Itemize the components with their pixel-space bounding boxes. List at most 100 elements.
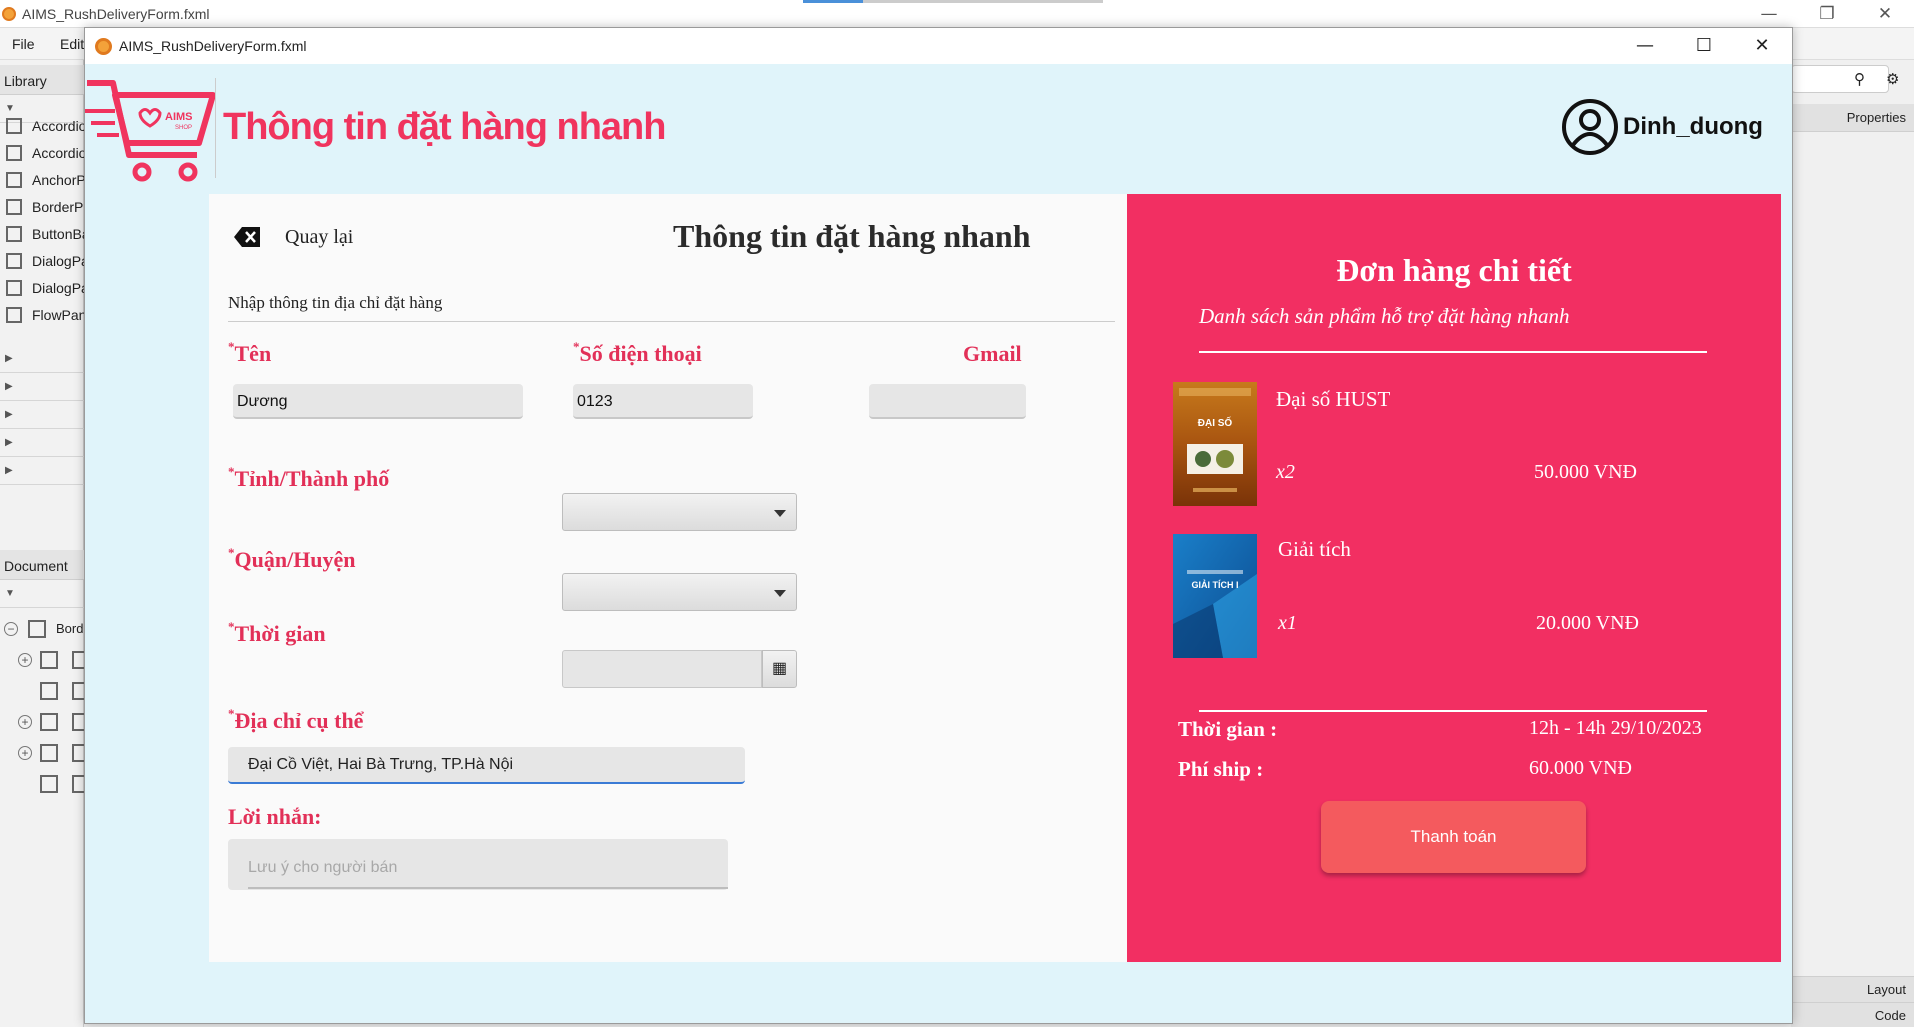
minimize-button[interactable]: —	[1616, 28, 1674, 64]
library-header[interactable]: Library	[0, 65, 84, 95]
app-icon	[2, 7, 16, 21]
menu-file[interactable]: File	[12, 36, 35, 52]
gmail-label: Gmail	[963, 341, 1022, 366]
product-name: Giải tích	[1278, 537, 1351, 561]
form-title: Thông tin đặt hàng nhanh	[673, 218, 1031, 254]
menu-edit[interactable]: Edit	[60, 36, 84, 52]
maximize-button[interactable]: ☐	[1675, 28, 1733, 64]
flowpane-icon	[6, 307, 22, 323]
province-select[interactable]	[562, 493, 797, 531]
search-icon[interactable]: ⚲	[1854, 70, 1865, 88]
order-title: Đơn hàng chi tiết	[1336, 252, 1572, 288]
address-input[interactable]: Đại Cồ Việt, Hai Bà Trưng, TP.Hà Nội	[228, 747, 745, 784]
form-divider	[228, 321, 1115, 322]
logo-text: AIMS	[165, 111, 193, 123]
delivery-form-panel: Quay lại Thông tin đặt hàng nhanh Nhập t…	[209, 194, 1127, 962]
district-label: *Quận/Huyện	[228, 545, 356, 572]
district-select[interactable]	[562, 573, 797, 611]
username[interactable]: Dinh_duong	[1623, 113, 1763, 141]
library-item[interactable]: Accordion	[0, 140, 84, 167]
shipping-fee-label: Phí ship :	[1178, 757, 1264, 781]
library-item[interactable]: DialogPane	[0, 275, 84, 302]
gmail-input[interactable]	[869, 384, 1026, 419]
product-qty: x2	[1276, 461, 1295, 483]
document-header[interactable]: Document	[0, 550, 84, 580]
properties-header[interactable]: Properties	[1791, 104, 1914, 132]
product-price: 50.000 VNĐ	[1534, 461, 1637, 483]
close-icon[interactable]: ✕	[1856, 0, 1914, 28]
book-cover-giaitich: GIẢI TÍCH I	[1173, 534, 1257, 658]
app-icon	[95, 38, 112, 55]
tree-node-icon	[40, 651, 58, 669]
phone-input[interactable]: 0123	[573, 384, 753, 419]
expand-icon[interactable]: +	[18, 653, 32, 667]
library-item[interactable]: ButtonBar	[0, 221, 84, 248]
dialogpane-icon	[6, 280, 22, 296]
name-input[interactable]: Dương	[233, 384, 523, 419]
library-item[interactable]: AnchorPane	[0, 167, 84, 194]
background-left-panel: Library ▼ Accordion Accordion AnchorPane…	[0, 60, 125, 1027]
background-search-input[interactable]	[1791, 65, 1889, 93]
order-summary-panel: Đơn hàng chi tiết Danh sách sản phẩm hỗ …	[1127, 194, 1781, 962]
collapse-icon[interactable]: −	[4, 622, 18, 636]
library-item[interactable]: BorderPane	[0, 194, 84, 221]
form-subtitle: Nhập thông tin địa chỉ đặt hàng	[228, 293, 443, 312]
dialogpane-icon	[6, 253, 22, 269]
order-divider	[1199, 710, 1707, 712]
chevron-down-icon	[774, 510, 786, 517]
chevron-down-icon	[774, 590, 786, 597]
tree-node-icon	[40, 775, 58, 793]
book-cover-daiso: ĐẠI SỐ	[1173, 382, 1257, 506]
page-title: Thông tin đặt hàng nhanh	[223, 106, 666, 148]
aims-logo: AIMS SHOP	[85, 80, 215, 182]
back-link[interactable]: Quay lại	[285, 226, 353, 249]
pay-button[interactable]: Thanh toán	[1321, 801, 1586, 873]
logo-divider	[215, 78, 216, 178]
library-category[interactable]: ▶	[0, 401, 84, 429]
library-item[interactable]: Accordion	[0, 113, 84, 140]
minimize-icon[interactable]: —	[1740, 0, 1798, 28]
window-title: AIMS_RushDeliveryForm.fxml	[119, 38, 307, 54]
borderpane-icon	[28, 620, 46, 638]
restore-icon[interactable]: ❐	[1798, 0, 1856, 28]
accordion-icon	[6, 145, 22, 161]
library-item[interactable]: FlowPane	[0, 302, 84, 329]
tree-node-icon	[40, 744, 58, 762]
background-tab-strip	[863, 0, 1103, 3]
expand-icon[interactable]: +	[18, 715, 32, 729]
library-category[interactable]: ▶	[0, 345, 84, 373]
address-label: *Địa chỉ cụ thể	[228, 706, 364, 733]
province-label: *Tỉnh/Thành phố	[228, 464, 390, 491]
library-category[interactable]: ▶	[0, 373, 84, 401]
date-input[interactable]	[562, 650, 762, 688]
shipping-fee-value: 60.000 VNĐ	[1529, 757, 1632, 779]
note-input[interactable]: Lưu ý cho người bán	[228, 839, 728, 890]
library-item[interactable]: DialogPane	[0, 248, 84, 275]
user-avatar-icon[interactable]	[1561, 98, 1619, 156]
close-button[interactable]: ✕	[1733, 28, 1791, 64]
time-label: *Thời gian	[228, 619, 326, 646]
logo-subtext: SHOP	[175, 125, 192, 131]
phone-label: *Số điện thoại	[573, 339, 702, 366]
product-name: Đại số HUST	[1276, 387, 1391, 411]
gear-icon[interactable]: ⚙	[1886, 70, 1899, 88]
library-category[interactable]: ▶	[0, 429, 84, 457]
calendar-icon[interactable]: ▦	[762, 650, 797, 688]
anchorpane-icon	[6, 172, 22, 188]
tree-node-icon	[40, 713, 58, 731]
delivery-time-label: Thời gian :	[1178, 717, 1278, 741]
background-window-title: AIMS_RushDeliveryForm.fxml	[22, 6, 210, 22]
delivery-time-value: 12h - 14h 29/10/2023	[1529, 717, 1702, 739]
note-label: Lời nhắn:	[228, 804, 322, 829]
product-qty: x1	[1278, 612, 1297, 634]
expand-icon[interactable]: +	[18, 746, 32, 760]
accordion-icon	[6, 118, 22, 134]
code-header[interactable]: Code	[1791, 1002, 1914, 1027]
layout-header[interactable]: Layout	[1791, 976, 1914, 1002]
document-expander[interactable]: ▼	[0, 580, 84, 608]
note-underline	[248, 887, 728, 889]
library-category[interactable]: ▶	[0, 457, 84, 485]
product-price: 20.000 VNĐ	[1536, 612, 1639, 634]
backspace-icon[interactable]	[233, 226, 261, 248]
buttonbar-icon	[6, 226, 22, 242]
